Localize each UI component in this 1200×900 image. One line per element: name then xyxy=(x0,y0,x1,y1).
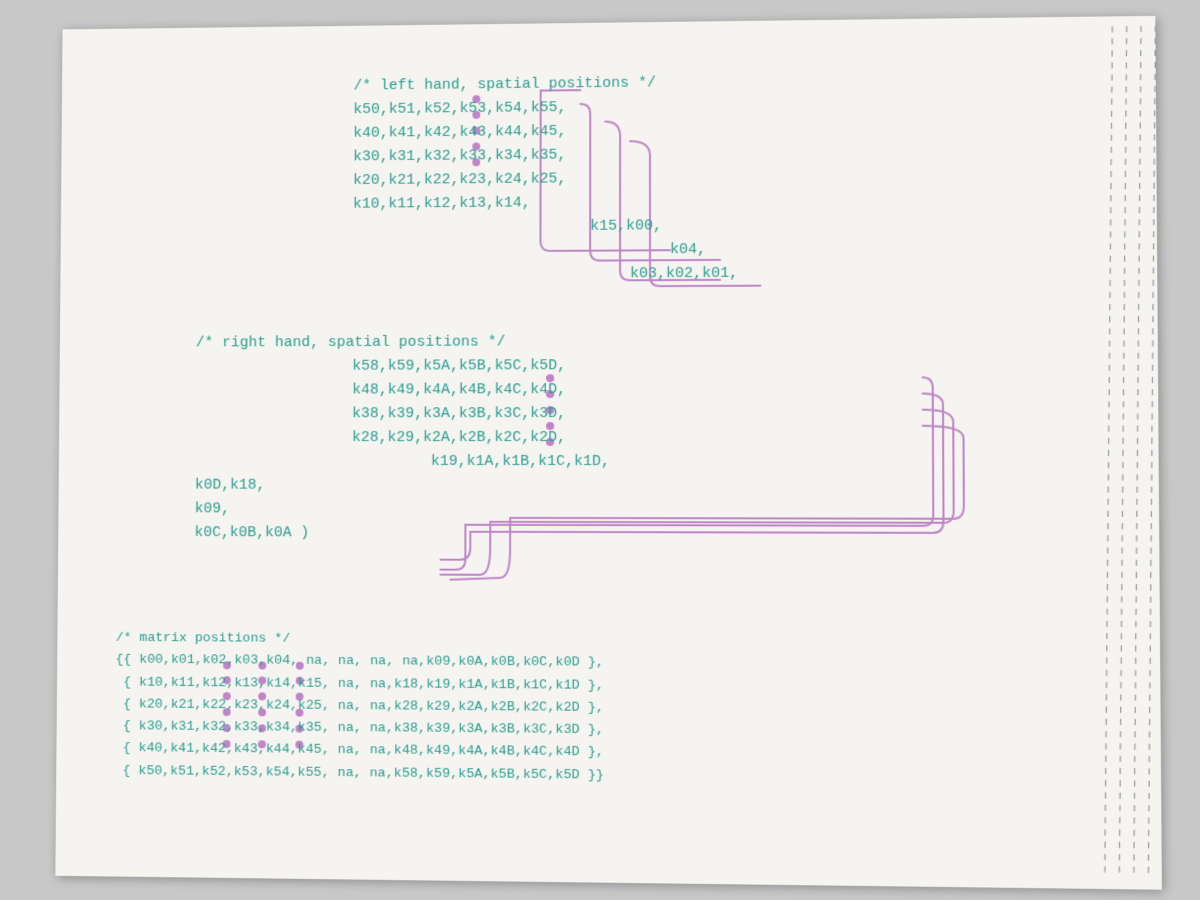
right-hand-code: /* right hand, spatial positions */ k58,… xyxy=(194,330,610,546)
right-hand-row-5: k19,k1A,k1B,k1C,k1D, xyxy=(431,450,610,474)
right-hand-row-6: k0D,k18, xyxy=(195,474,610,498)
left-hand-row-5: k10,k11,k12,k13,k14, xyxy=(353,190,738,217)
matrix-comment: /* matrix positions */ xyxy=(116,628,604,653)
matrix-section: /* matrix positions */ {{ k00,k01,k02,k0… xyxy=(115,628,604,788)
left-hand-row-7: k04, xyxy=(670,238,738,262)
matrix-row-6: { k50,k51,k52,k53,k54,k55, na, na,k58,k5… xyxy=(115,761,604,788)
right-hand-comment: /* right hand, spatial positions */ xyxy=(196,330,610,355)
matrix-row-1: {{ k00,k01,k02,k03,k04, na, na, na, na,k… xyxy=(115,650,604,675)
matrix-code: /* matrix positions */ {{ k00,k01,k02,k0… xyxy=(115,628,604,788)
matrix-row-2: { k10,k11,k12,k13,k14,k15, na, na,k18,k1… xyxy=(115,672,604,698)
left-hand-row-2: k40,k41,k42,k43,k44,k45, xyxy=(353,118,738,145)
right-hand-row-3: k38,k39,k3A,k3B,k3C,k3D, xyxy=(352,402,610,426)
code-content: /* left hand, spatial positions */ k50,k… xyxy=(114,37,1079,868)
left-hand-row-3: k30,k31,k32,k33,k34,k35, xyxy=(353,142,738,169)
right-hand-row-7: k09, xyxy=(195,497,610,522)
left-hand-row-4: k20,k21,k22,k23,k24,k25, xyxy=(353,166,738,193)
page: /* left hand, spatial positions */ k50,k… xyxy=(55,16,1162,890)
right-hand-row-8: k0C,k0B,k0A ) xyxy=(194,521,610,546)
right-hand-row-4: k28,k29,k2A,k2B,k2C,k2D, xyxy=(352,426,610,450)
right-hand-row-2: k48,k49,k4A,k4B,k4C,k4D, xyxy=(352,378,610,402)
left-hand-code: /* left hand, spatial positions */ k50,k… xyxy=(353,71,739,288)
left-hand-section: /* left hand, spatial positions */ k50,k… xyxy=(353,71,739,288)
left-hand-row-6: k15,k00, xyxy=(590,214,738,239)
right-hand-section: /* right hand, spatial positions */ k58,… xyxy=(194,330,610,546)
left-hand-row-8: k03,k02,k01, xyxy=(630,262,738,286)
right-hand-row-1: k58,k59,k5A,k5B,k5C,k5D, xyxy=(352,354,610,378)
